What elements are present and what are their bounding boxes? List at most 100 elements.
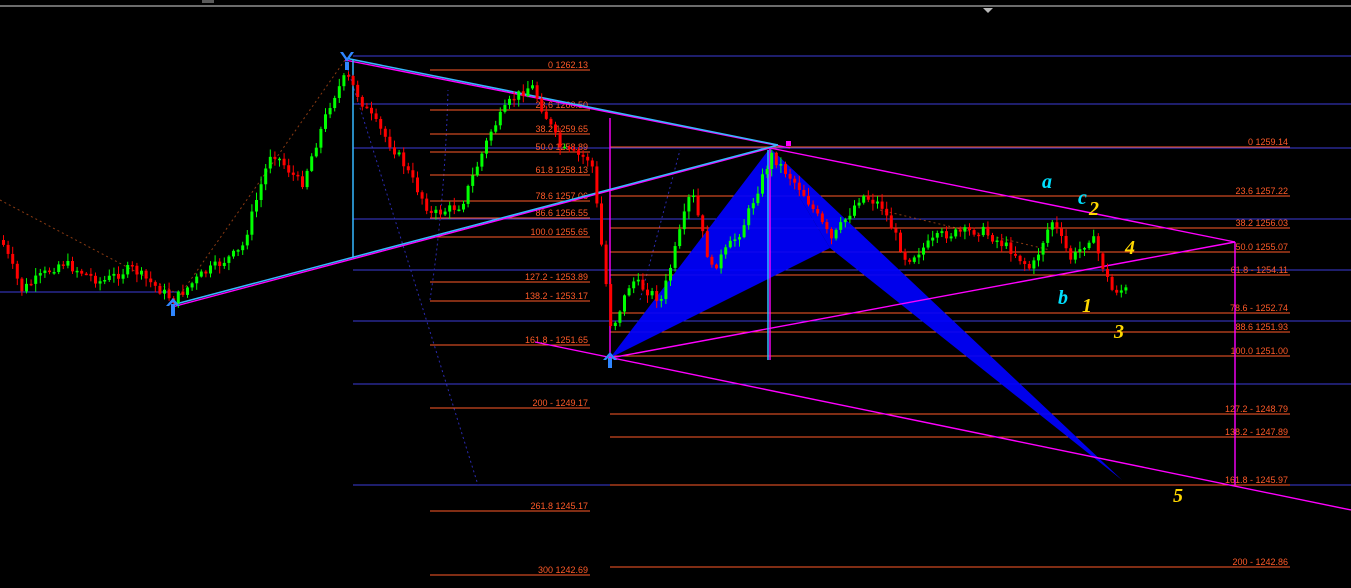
fib-level-label: 50.0 1255.07 [1235, 242, 1288, 252]
candle-body [830, 229, 833, 239]
candle-body [954, 229, 958, 237]
candle-body [1055, 222, 1059, 229]
candle-body [549, 118, 553, 125]
candle-body [167, 289, 171, 299]
fib-level-label: 61.8 1258.13 [535, 165, 588, 175]
candle-body [103, 280, 107, 282]
candle-body [15, 263, 19, 279]
fib-level-label: 300 1242.69 [538, 565, 588, 575]
candle-body [991, 235, 994, 242]
candle-body [756, 193, 760, 204]
candle-body [273, 156, 277, 159]
candle-body [268, 156, 272, 169]
candle-body [195, 276, 199, 284]
fib-level-label: 200 - 1242.86 [1232, 557, 1288, 567]
wave-label-5: 5 [1173, 485, 1183, 507]
fib-levels-left: 0 1262.1323.6 1260.5038.2 1259.6550.0 12… [430, 60, 590, 576]
candle-body [121, 274, 125, 279]
candle-body [1037, 254, 1040, 261]
candle-body [972, 230, 976, 235]
candle-body [765, 168, 769, 175]
wave-label-a: a [1042, 171, 1052, 193]
wave-label-b: b [1058, 287, 1068, 309]
fib-levels-right: 0 1259.14 23.6 1257.22 38.2 1256.03 50.0 12… [610, 137, 1290, 568]
candle-body [728, 240, 732, 248]
wave-label-2: 2 [1088, 198, 1099, 220]
candle-body [494, 125, 498, 132]
fib-level-label: 0 1262.13 [548, 60, 588, 70]
fib-level-label: 161.8 - 1251.65 [525, 335, 588, 345]
candle-body [595, 166, 599, 204]
candle-body [986, 226, 990, 236]
candle-body [963, 227, 967, 232]
candle-body [1110, 276, 1114, 290]
candle-body [6, 244, 10, 254]
candle-body [218, 261, 222, 267]
candle-body [899, 232, 902, 252]
candle-body [590, 160, 594, 167]
window-corner-marker [202, 0, 214, 3]
candle-body [544, 111, 548, 119]
fib-level-label: 88.6 1251.93 [1235, 322, 1288, 332]
candle-body [558, 132, 562, 148]
candle-body [554, 124, 557, 133]
candle-body [1023, 261, 1027, 264]
candle-body [517, 91, 521, 100]
candle-body [310, 156, 314, 171]
candle-body [623, 295, 626, 312]
candle-body [521, 91, 525, 97]
candle-body [213, 261, 217, 266]
candle-body [705, 231, 709, 257]
candle-body [655, 291, 659, 301]
candle-body [153, 282, 157, 286]
candle-body [531, 85, 534, 89]
candle-body [981, 226, 985, 236]
candle-body [540, 98, 544, 112]
candle-body [305, 170, 309, 188]
anchor-square [786, 141, 791, 146]
candle-body [1124, 287, 1128, 291]
candle-body [443, 211, 447, 215]
candle-body [94, 275, 97, 284]
candle-body [563, 146, 567, 149]
candle-body [425, 198, 429, 211]
fib-level-label: 86.6 1256.55 [535, 208, 588, 218]
wave-label-3: 3 [1113, 321, 1124, 343]
candle-body [1096, 236, 1100, 254]
candle-body [319, 128, 323, 148]
candle-body [793, 178, 797, 183]
candle-body [342, 75, 346, 87]
candle-body [715, 264, 718, 269]
candle-body [609, 284, 613, 327]
candle-body [259, 184, 263, 200]
price-chart[interactable]: 0 1262.1323.6 1260.5038.2 1259.6550.0 12… [0, 0, 1351, 588]
triangle-down-icon[interactable] [983, 8, 993, 13]
candle-body [209, 265, 212, 274]
candle-body [701, 215, 705, 232]
candle-body [567, 146, 571, 150]
fib-level-label: 23.6 1257.22 [1235, 186, 1288, 196]
candle-body [140, 270, 143, 275]
candle-body [945, 231, 948, 239]
candle-body [526, 88, 530, 97]
candle-body [360, 97, 364, 107]
candle-body [337, 86, 341, 98]
fib-level-label: 61.8 - 1254.11 [1231, 265, 1288, 275]
pattern-wing-right [770, 148, 1122, 480]
candle-body [190, 283, 194, 288]
candle-body [52, 272, 56, 274]
candle-body [98, 281, 102, 284]
candle-body [411, 170, 415, 178]
candle-body [627, 288, 631, 296]
candle-body [1050, 222, 1054, 230]
candle-body [347, 75, 350, 77]
candle-body [646, 289, 649, 296]
candle-body [75, 270, 79, 273]
candle-body [581, 154, 585, 157]
candle-body [489, 131, 493, 141]
candle-body [820, 213, 824, 223]
candle-body [356, 84, 360, 98]
candle-body [181, 291, 185, 295]
candle-body [130, 265, 134, 267]
candle-body [448, 205, 452, 212]
